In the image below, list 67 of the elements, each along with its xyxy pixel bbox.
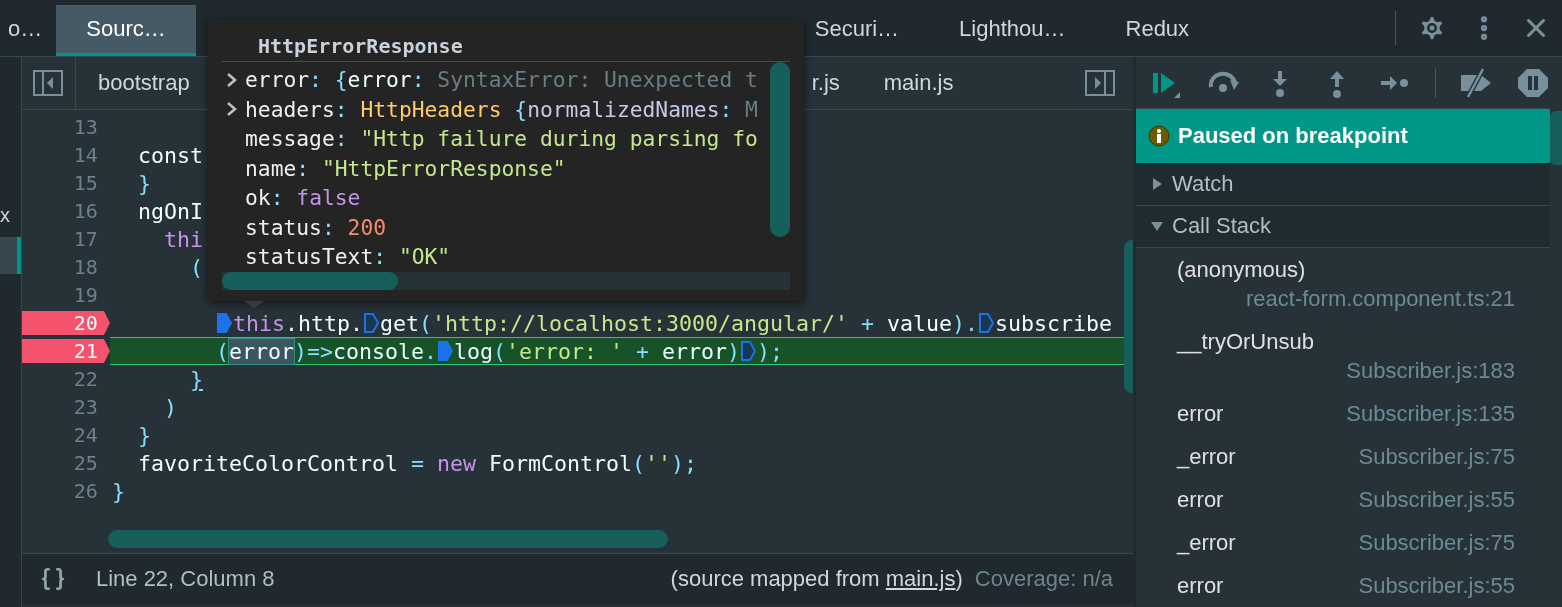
frame-location[interactable]: Subscriber.js:75 <box>1358 528 1515 557</box>
code-line: this.http. get('http://localhost:3000/angular/' + value). subscribe <box>215 310 1113 336</box>
section-title: Call Stack <box>1172 213 1272 240</box>
property-row[interactable]: headers: HttpHeaders {normalizedNames: M <box>222 94 770 124</box>
code-line: thi <box>163 226 203 252</box>
breakpoint-marker-icon[interactable] <box>215 312 233 334</box>
file-tab[interactable]: main.js <box>861 57 976 109</box>
file-tab[interactable]: bootstrap <box>75 57 212 109</box>
code-line: ) <box>163 394 177 420</box>
paused-message: Paused on breakpoint <box>1178 123 1408 150</box>
breakpoint-marker-icon[interactable] <box>362 312 380 334</box>
frame-name[interactable]: error <box>1177 485 1264 514</box>
frame-name[interactable]: error <box>1177 571 1264 600</box>
source-link[interactable]: main.js <box>885 566 956 591</box>
code-line: favoriteColorControl = new FormControl(''); <box>137 450 698 476</box>
code-line: } <box>189 366 203 392</box>
navigator-row[interactable] <box>0 237 21 274</box>
panel-tab[interactable]: Redux <box>1095 5 1220 56</box>
panel-tab[interactable]: Sourc… <box>56 5 196 56</box>
code-line: const <box>137 142 203 168</box>
pause-icon[interactable] <box>1516 66 1550 99</box>
property-row[interactable]: name: "HttpErrorResponse" <box>222 153 770 183</box>
scrollbar[interactable] <box>107 530 668 548</box>
breakpoint-marker-icon[interactable] <box>740 340 758 362</box>
frame-location[interactable]: Subscriber.js:75 <box>1358 442 1515 471</box>
frame-name[interactable]: _error <box>1177 442 1276 471</box>
frame-name[interactable]: (anonymous) <box>1177 255 1346 284</box>
coverage-text: Coverage: n/a <box>974 566 1113 592</box>
info-icon <box>1148 125 1170 148</box>
scrollbar[interactable] <box>222 272 398 290</box>
code-line: } <box>111 478 125 504</box>
code-line: ( <box>189 254 203 280</box>
frame-name[interactable]: error <box>1177 399 1264 428</box>
property-row[interactable]: ok: false <box>222 183 770 213</box>
frame-location[interactable]: Subscriber.js:135 <box>1346 399 1515 428</box>
pretty-print-icon[interactable] <box>39 566 66 592</box>
popover-title: HttpErrorResponse <box>222 34 790 62</box>
frame-name[interactable]: _error <box>1177 528 1276 557</box>
collapsed-triangle-icon[interactable] <box>1150 177 1164 191</box>
property-row[interactable]: error: {error: SyntaxError: Unexpected t <box>222 65 770 95</box>
section-header[interactable]: Watch <box>1136 163 1550 206</box>
property-row[interactable]: message: "Http failure during parsing fo <box>222 124 770 154</box>
panel-toggle-icon[interactable] <box>1085 70 1115 96</box>
panel-tab[interactable]: Lighthou… <box>929 5 1096 56</box>
cursor-position: Line 22, Column 8 <box>95 566 275 592</box>
code-line: } <box>137 170 151 196</box>
frame-location[interactable]: Subscriber.js:183 <box>1346 356 1515 385</box>
breakpoint-marker-icon[interactable] <box>978 312 996 334</box>
frame-location[interactable]: react-form.component.ts:21 <box>1246 284 1515 313</box>
breakpoint-marker-icon[interactable] <box>437 340 454 362</box>
navigator-row[interactable]: x <box>0 197 21 234</box>
deactivate-breakpoints-icon[interactable] <box>1459 66 1493 99</box>
section-title: Watch <box>1172 171 1234 197</box>
property-row[interactable]: statusText: "OK" <box>222 242 770 272</box>
frame-location[interactable]: Subscriber.js:55 <box>1358 571 1515 600</box>
panel-toggle-icon[interactable] <box>33 70 64 96</box>
property-row[interactable]: status: 200 <box>222 212 770 242</box>
source-map-note: (source mapped from main.js) <box>670 566 963 592</box>
code-line: ngOnI <box>137 198 203 224</box>
frame-name[interactable]: __tryOrUnsub <box>1177 327 1354 356</box>
frame-location[interactable]: Subscriber.js:55 <box>1358 485 1515 514</box>
scrollbar[interactable] <box>1550 111 1562 165</box>
section-header[interactable]: Call Stack <box>1136 205 1550 248</box>
code-line: (error)=>console. log('error: ' + error) ); <box>215 338 784 364</box>
scrollbar[interactable] <box>770 62 790 237</box>
code-line: } <box>137 422 151 448</box>
panel-tab[interactable]: o… <box>0 5 57 56</box>
